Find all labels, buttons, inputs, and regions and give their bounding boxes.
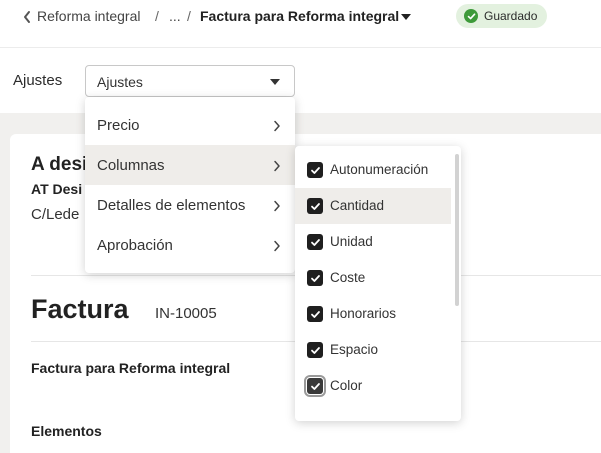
column-toggle-label: Espacio bbox=[330, 342, 379, 357]
breadcrumb-separator: / bbox=[155, 8, 159, 24]
column-toggle-label: Autonumeración bbox=[330, 162, 429, 177]
menu-item-columnas[interactable]: Columnas bbox=[85, 145, 295, 185]
invoice-number: IN-10005 bbox=[155, 305, 217, 322]
chevron-right-icon bbox=[274, 160, 280, 172]
caret-down-icon bbox=[270, 79, 280, 85]
breadcrumb-ellipsis[interactable]: ... bbox=[169, 8, 181, 24]
column-toggle-honorarios[interactable]: Honorarios bbox=[295, 296, 451, 332]
elements-heading: Elementos bbox=[31, 423, 102, 439]
menu-item-label: Aprobación bbox=[97, 237, 173, 254]
columns-submenu: Autonumeración Cantidad Unidad Coste Hon… bbox=[295, 146, 461, 421]
menu-item-label: Columnas bbox=[97, 157, 165, 174]
submenu-scrollbar[interactable] bbox=[455, 154, 459, 306]
settings-label: Ajustes bbox=[13, 72, 63, 89]
menu-item-label: Precio bbox=[97, 117, 140, 134]
checkbox-checked-icon[interactable] bbox=[307, 198, 323, 214]
settings-select[interactable]: Ajustes bbox=[85, 65, 295, 97]
column-toggle-unidad[interactable]: Unidad bbox=[295, 224, 451, 260]
settings-menu: Precio Columnas Detalles de elementos Ap… bbox=[85, 97, 295, 273]
chevron-left-icon[interactable] bbox=[22, 10, 32, 24]
breadcrumb-separator: / bbox=[187, 8, 191, 24]
breadcrumb-current[interactable]: Factura para Reforma integral bbox=[200, 8, 399, 24]
checkbox-checked-icon[interactable] bbox=[304, 375, 326, 397]
recipient-name: A desi bbox=[31, 154, 88, 175]
column-toggle-espacio[interactable]: Espacio bbox=[295, 332, 451, 368]
column-toggle-color[interactable]: Color bbox=[295, 368, 451, 404]
status-badge: Guardado bbox=[456, 4, 548, 28]
checkbox-checked-icon[interactable] bbox=[307, 162, 323, 178]
status-label: Guardado bbox=[484, 9, 538, 23]
menu-item-aprobacion[interactable]: Aprobación bbox=[85, 225, 295, 265]
breadcrumb-parent[interactable]: Reforma integral bbox=[37, 8, 141, 24]
checkbox-checked-icon[interactable] bbox=[307, 306, 323, 322]
column-toggle-label: Unidad bbox=[330, 234, 373, 249]
recipient-company: AT Desi bbox=[31, 181, 83, 197]
column-toggle-coste[interactable]: Coste bbox=[295, 260, 451, 296]
top-bar: Reforma integral / ... / Factura para Re… bbox=[0, 0, 601, 48]
checkbox-checked-icon[interactable] bbox=[307, 270, 323, 286]
chevron-right-icon bbox=[274, 240, 280, 252]
chevron-right-icon bbox=[274, 120, 280, 132]
checkbox-checked-icon[interactable] bbox=[307, 342, 323, 358]
menu-item-precio[interactable]: Precio bbox=[85, 105, 295, 145]
column-toggle-autonumeracion[interactable]: Autonumeración bbox=[295, 152, 451, 188]
menu-item-label: Detalles de elementos bbox=[97, 197, 246, 214]
caret-down-icon[interactable] bbox=[400, 12, 412, 22]
column-toggle-label: Color bbox=[330, 378, 363, 393]
check-circle-icon bbox=[464, 9, 478, 23]
chevron-right-icon bbox=[274, 200, 280, 212]
settings-select-value: Ajustes bbox=[97, 74, 143, 90]
checkbox-checked-icon[interactable] bbox=[307, 234, 323, 250]
column-toggle-label: Coste bbox=[330, 270, 366, 285]
column-toggle-cantidad[interactable]: Cantidad bbox=[295, 188, 451, 224]
menu-item-detalles[interactable]: Detalles de elementos bbox=[85, 185, 295, 225]
column-toggle-label: Cantidad bbox=[330, 198, 385, 213]
column-toggle-label: Honorarios bbox=[330, 306, 397, 321]
invoice-project-name: Factura para Reforma integral bbox=[31, 360, 231, 376]
recipient-street: C/Lede bbox=[31, 206, 80, 223]
invoice-title: Factura bbox=[31, 294, 129, 324]
